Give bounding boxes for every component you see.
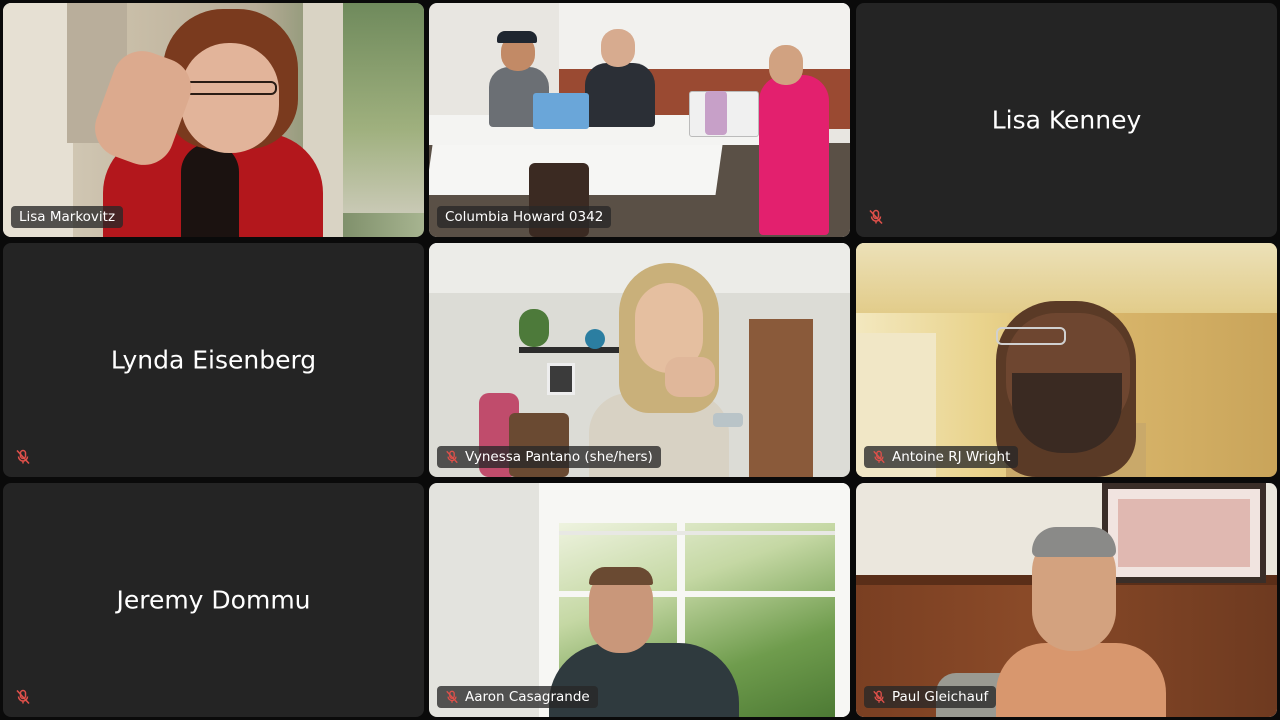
- muted-mic-icon: [868, 209, 884, 225]
- participant-name: Lisa Markovitz: [19, 209, 116, 225]
- video-tile-vynessa-pantano[interactable]: Vynessa Pantano (she/hers): [429, 243, 850, 477]
- participant-name-tag: Columbia Howard 0342: [437, 206, 612, 228]
- participant-name-tag: Aaron Casagrande: [437, 686, 598, 708]
- participant-display-name: Lynda Eisenberg: [110, 345, 317, 375]
- participant-name: Aaron Casagrande: [465, 689, 590, 705]
- muted-mic-icon: [445, 689, 459, 705]
- video-tile-jeremy-dommu[interactable]: Jeremy Dommu: [3, 483, 424, 717]
- video-feed: [856, 243, 1277, 477]
- video-feed: [429, 3, 850, 237]
- video-tile-aaron-casagrande[interactable]: Aaron Casagrande: [429, 483, 850, 717]
- participant-name-tag: Paul Gleichauf: [864, 686, 997, 708]
- muted-mic-icon: [872, 689, 886, 705]
- video-grid: Lisa Markovitz Columbia Howard 0342 Lisa…: [0, 0, 1280, 720]
- muted-mic-icon: [445, 449, 459, 465]
- video-tile-lisa-markovitz[interactable]: Lisa Markovitz: [3, 3, 424, 237]
- muted-mic-icon: [15, 449, 31, 465]
- video-feed: [429, 243, 850, 477]
- participant-name: Vynessa Pantano (she/hers): [465, 449, 653, 465]
- participant-display-name: Jeremy Dommu: [116, 585, 311, 615]
- video-tile-lynda-eisenberg[interactable]: Lynda Eisenberg: [3, 243, 424, 477]
- muted-mic-icon: [872, 449, 886, 465]
- video-tile-columbia-howard[interactable]: Columbia Howard 0342: [429, 3, 850, 237]
- participant-name-tag: Lisa Markovitz: [11, 206, 124, 228]
- muted-mic-icon: [15, 689, 31, 705]
- video-feed: [856, 483, 1277, 717]
- participant-name-tag: Antoine RJ Wright: [864, 446, 1019, 468]
- video-tile-antoine-rj-wright[interactable]: Antoine RJ Wright: [856, 243, 1277, 477]
- participant-name-tag: Vynessa Pantano (she/hers): [437, 446, 661, 468]
- participant-name: Paul Gleichauf: [892, 689, 989, 705]
- video-tile-lisa-kenney[interactable]: Lisa Kenney: [856, 3, 1277, 237]
- video-tile-paul-gleichauf[interactable]: Paul Gleichauf: [856, 483, 1277, 717]
- video-feed: [3, 3, 424, 237]
- participant-display-name: Lisa Kenney: [991, 105, 1142, 135]
- participant-name: Columbia Howard 0342: [445, 209, 604, 225]
- participant-name: Antoine RJ Wright: [892, 449, 1011, 465]
- video-feed: [429, 483, 850, 717]
